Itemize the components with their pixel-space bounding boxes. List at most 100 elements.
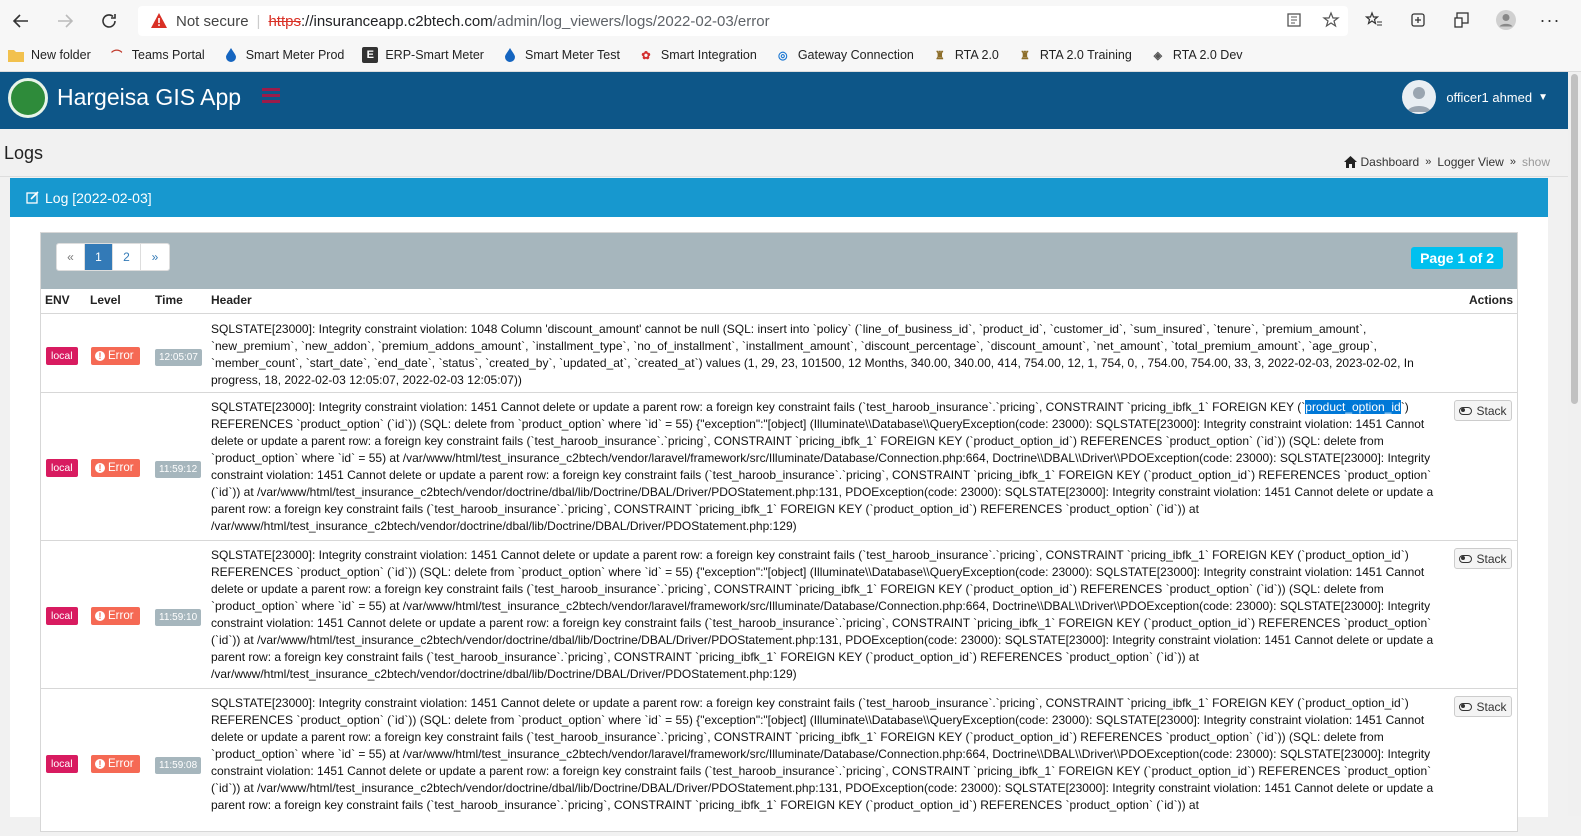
bookmark-new-folder[interactable]: New folder [8,47,91,63]
screen-share-icon[interactable] [1450,8,1474,32]
stack-button[interactable]: Stack [1454,548,1512,569]
app-brand[interactable]: Hargeisa GIS App [57,84,241,111]
url-scheme: https [268,12,301,30]
app-header: Hargeisa GIS App officer1 ahmed ▼ [0,72,1568,129]
forward-icon[interactable] [52,8,78,34]
bookmark-rta-2-dev[interactable]: ◈ RTA 2.0 Dev [1150,47,1243,63]
table-row[interactable]: local ! Error 11:59:08 SQLSTATE[23000]: I… [41,688,1517,836]
time-label: 11:59:10 [155,609,202,626]
bookmark-teams-portal[interactable]: ⌒ Teams Portal [109,47,204,63]
more-menu-icon[interactable]: ··· [1538,8,1562,32]
breadcrumb-logger-view[interactable]: Logger View [1437,155,1504,169]
erp-icon: E [362,47,379,63]
avatar [1402,80,1437,114]
emblem-icon: ♜ [1019,49,1030,62]
level-label: ! Error [91,347,140,365]
scrollbar-thumb[interactable] [1571,74,1578,404]
home-icon [1343,156,1357,168]
error-icon: ! [95,611,105,621]
page-indicator: Page 1 of 2 [1411,247,1503,269]
reader-mode-icon[interactable] [1286,11,1304,29]
pagination: « 1 2 » [56,243,170,271]
favorites-icon[interactable] [1362,8,1386,32]
bookmarks-bar: New folder ⌒ Teams Portal Smart Meter Pro… [0,42,1253,68]
bookmark-rta-2-training[interactable]: ♜ RTA 2.0 Training [1017,47,1132,63]
box-title: Log [2022-02-03] [45,189,152,206]
bookmark-rta-2[interactable]: ♜ RTA 2.0 [932,47,999,63]
toggle-icon [1459,406,1473,415]
log-message: SQLSTATE[23000]: Integrity constraint vi… [211,400,1434,533]
env-label: local [46,459,78,477]
folder-icon [8,47,24,63]
app-logo[interactable] [8,78,48,118]
page-scrollbar[interactable] [1568,72,1581,816]
log-message: SQLSTATE[23000]: Integrity constraint vi… [211,548,1434,681]
page-title: Logs [4,143,44,163]
refresh-icon[interactable] [96,8,122,34]
add-favorite-icon[interactable] [1322,11,1340,29]
log-message: SQLSTATE[23000]: Integrity constraint vi… [211,696,1434,812]
toggle-icon [1459,702,1473,711]
page-next[interactable]: » [141,244,169,270]
column-level: Level [90,293,121,307]
column-time: Time [155,293,183,307]
collections-icon[interactable] [1406,8,1430,32]
layers-icon: ◈ [1153,49,1163,62]
time-label: 11:59:12 [155,461,202,478]
teams-icon: ⌒ [111,50,123,62]
drop-icon [223,47,239,63]
security-label: Not secure [176,12,249,30]
browser-chrome: Not secure | https://insuranceapp.c2btec… [0,0,1581,72]
env-label: local [46,607,78,625]
column-actions: Actions [1469,293,1514,307]
url-host: ://insuranceapp.c2btech.com [300,12,493,30]
huawei-icon: ✿ [641,49,651,62]
stack-button[interactable]: Stack [1454,696,1512,717]
page-2[interactable]: 2 [113,244,141,270]
level-label: ! Error [91,459,140,477]
stack-button[interactable]: Stack [1454,400,1512,421]
breadcrumb-show: show [1521,155,1550,169]
bookmark-erp-smart-meter[interactable]: E ERP-Smart Meter [362,47,484,63]
drop-icon [502,47,518,63]
back-icon[interactable] [8,8,34,34]
page-prev[interactable]: « [57,244,85,270]
env-label: local [46,347,78,365]
column-header: Header [211,293,252,307]
table-row[interactable]: local ! Error 11:59:12 SQLSTATE[23000]: I… [41,392,1517,540]
pagination-bar: « 1 2 » Page 1 of 2 [41,233,1517,289]
time-label: 12:05:07 [155,349,202,366]
address-bar[interactable]: Not secure | https://insuranceapp.c2btec… [138,6,1348,36]
page-1[interactable]: 1 [85,244,113,270]
warning-icon [151,13,167,28]
bookmark-smart-meter-prod[interactable]: Smart Meter Prod [223,47,344,63]
column-env: ENV [45,293,70,307]
error-icon: ! [95,351,105,361]
gateway-icon: ◎ [778,49,788,62]
error-icon: ! [95,759,105,769]
time-label: 11:59:08 [155,757,202,774]
edit-icon [26,191,39,204]
toggle-icon [1459,554,1473,563]
user-menu[interactable]: officer1 ahmed ▼ [1402,80,1548,114]
profile-icon[interactable] [1494,8,1518,32]
menu-toggle-icon[interactable] [262,88,280,104]
log-message: SQLSTATE[23000]: Integrity constraint vi… [211,322,1414,387]
log-panel: « 1 2 » Page 1 of 2 ENV Level Time Heade… [40,232,1518,832]
table-row[interactable]: local ! Error 12:05:07 SQLSTATE[23000]: I… [41,313,1517,392]
level-label: ! Error [91,607,140,625]
level-label: ! Error [91,755,140,773]
url-path: /admin/log_viewers/logs/2022-02-03/error [492,12,770,30]
bookmark-smart-integration[interactable]: ✿ Smart Integration [638,47,757,63]
user-name: officer1 ahmed [1446,89,1533,105]
table-row[interactable]: local ! Error 11:59:10 SQLSTATE[23000]: I… [41,540,1517,688]
emblem-icon: ♜ [934,49,945,62]
bookmark-gateway-connection[interactable]: ◎ Gateway Connection [775,47,914,63]
box-header: Log [2022-02-03] [10,178,1548,217]
breadcrumb: Dashboard » Logger View » show [1343,155,1550,169]
caret-down-icon: ▼ [1538,91,1548,103]
env-label: local [46,755,78,773]
breadcrumb-dashboard[interactable]: Dashboard [1361,155,1420,169]
bookmark-smart-meter-test[interactable]: Smart Meter Test [502,47,620,63]
error-icon: ! [95,463,105,473]
